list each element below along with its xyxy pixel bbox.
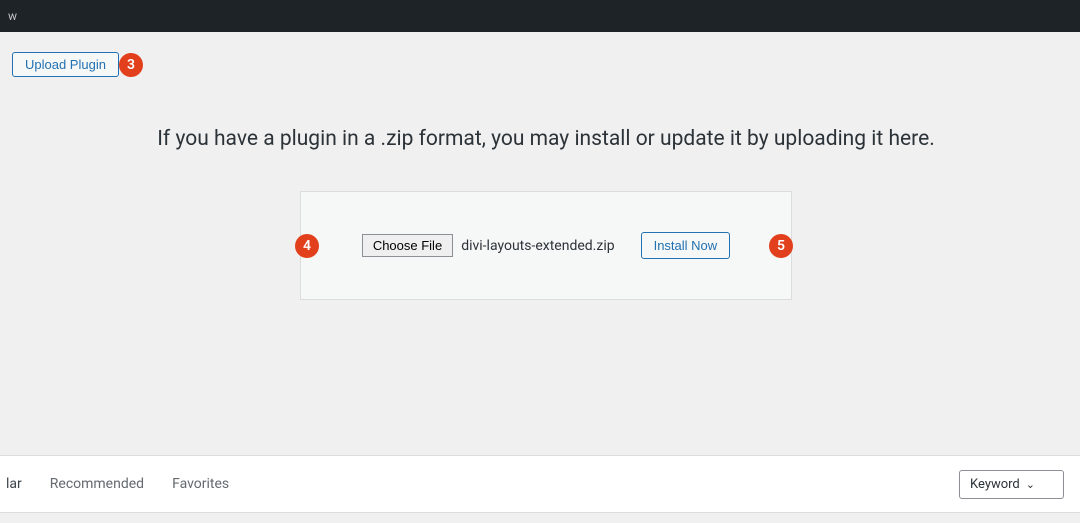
tab-recommended[interactable]: Recommended xyxy=(50,476,144,492)
search-type-select[interactable]: Keyword ⌄ xyxy=(959,470,1064,499)
upload-instruction-text: If you have a plugin in a .zip format, y… xyxy=(12,127,1080,151)
chevron-down-icon: ⌄ xyxy=(1026,478,1035,491)
filter-tabs: lar Recommended Favorites xyxy=(0,476,229,492)
choose-file-button[interactable]: Choose File xyxy=(362,234,453,257)
admin-top-bar: w xyxy=(0,0,1080,32)
selected-file-name: divi-layouts-extended.zip xyxy=(461,238,614,254)
annotation-badge-4: 4 xyxy=(295,234,319,258)
page-header: Upload Plugin 3 xyxy=(12,52,1080,77)
search-type-label: Keyword xyxy=(970,477,1020,492)
annotation-badge-3: 3 xyxy=(119,53,143,77)
top-bar-crumb-fragment: w xyxy=(8,9,17,23)
tab-popular-fragment[interactable]: lar xyxy=(6,476,22,492)
upload-plugin-button[interactable]: Upload Plugin xyxy=(12,52,119,77)
filter-tabs-bar: lar Recommended Favorites Keyword ⌄ xyxy=(0,455,1080,513)
page-body: Upload Plugin 3 If you have a plugin in … xyxy=(0,32,1080,300)
tab-favorites[interactable]: Favorites xyxy=(172,476,229,492)
install-now-button[interactable]: Install Now xyxy=(641,232,731,259)
file-input-group: Choose File divi-layouts-extended.zip In… xyxy=(362,232,730,259)
annotation-badge-5: 5 xyxy=(769,234,793,258)
upload-form: 4 Choose File divi-layouts-extended.zip … xyxy=(300,191,792,300)
